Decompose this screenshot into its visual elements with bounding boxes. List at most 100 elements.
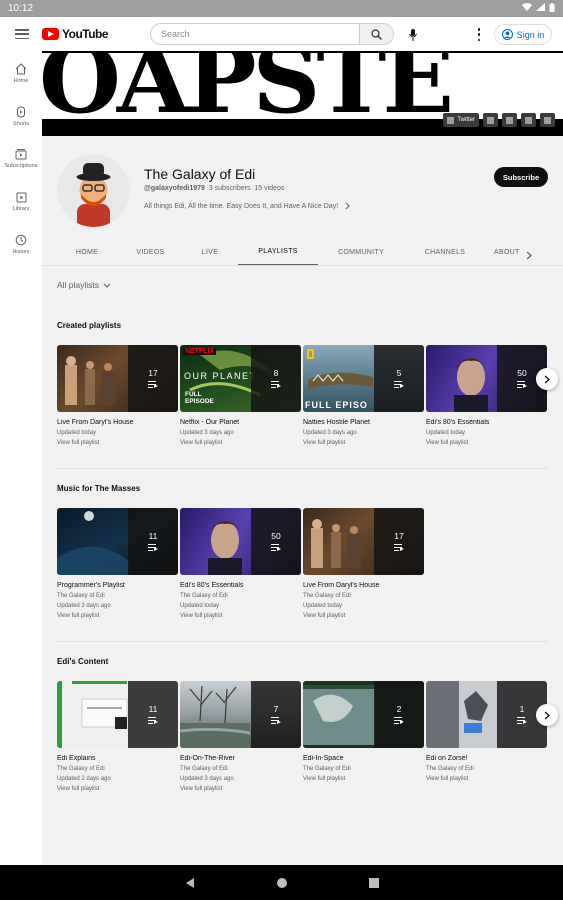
playlist-title[interactable]: Edi on Zorse!: [426, 755, 547, 762]
playlist-title[interactable]: Programmer's Playlist: [57, 582, 178, 589]
playlist-thumbnail[interactable]: 2: [303, 681, 424, 748]
home-button-icon[interactable]: [276, 877, 288, 889]
banner-link[interactable]: [502, 113, 517, 127]
video-count: 5: [396, 368, 402, 378]
sidebar-item-library[interactable]: Library: [0, 191, 42, 212]
mic-icon[interactable]: [407, 28, 419, 42]
channel-avatar[interactable]: [57, 154, 130, 227]
tab-home[interactable]: HOME: [62, 238, 112, 265]
tab-playlists[interactable]: PLAYLISTS: [238, 238, 318, 265]
banner-link[interactable]: [483, 113, 498, 127]
back-icon[interactable]: [184, 877, 196, 889]
playlist-thumbnail[interactable]: 11: [57, 508, 178, 575]
tab-channels[interactable]: CHANNELS: [412, 238, 478, 265]
playlist-icon: [271, 717, 281, 725]
view-full-playlist-link[interactable]: View full playlist: [426, 440, 547, 446]
playlist-thumbnail[interactable]: NETFLIX OUR PLANET FULL EPISODE 8: [180, 345, 301, 412]
playlist-title[interactable]: Edi's 80's Essentials: [426, 419, 547, 426]
playlist-owner[interactable]: The Galaxy of Edi: [180, 766, 301, 772]
playlist-owner[interactable]: The Galaxy of Edi: [303, 766, 424, 772]
playlist-thumbnail[interactable]: 17: [303, 508, 424, 575]
playlist-sort-dropdown[interactable]: All playlists: [57, 280, 111, 290]
playlist-card[interactable]: FULL EPISO 5 Natties Hostile Planet Upda…: [303, 345, 424, 446]
view-full-playlist-link[interactable]: View full playlist: [180, 786, 301, 792]
video-count: 11: [148, 531, 158, 541]
playlist-card[interactable]: 17 Live From Daryl's House The Galaxy of…: [303, 508, 424, 619]
banner-link-twitter[interactable]: Twitter: [443, 113, 479, 127]
playlist-title[interactable]: Natties Hostile Planet: [303, 419, 424, 426]
view-full-playlist-link[interactable]: View full playlist: [303, 613, 424, 619]
playlist-owner[interactable]: The Galaxy of Edi: [57, 593, 178, 599]
search-button[interactable]: [359, 24, 393, 44]
playlist-title[interactable]: Live From Daryl's House: [303, 582, 424, 589]
playlist-title[interactable]: Netflix - Our Planet: [180, 419, 301, 426]
history-icon: [15, 234, 27, 246]
sidebar-item-home[interactable]: Home: [0, 63, 42, 84]
banner-link[interactable]: [521, 113, 536, 127]
playlist-thumbnail[interactable]: 1: [426, 681, 547, 748]
view-full-playlist-link[interactable]: View full playlist: [303, 776, 424, 782]
playlist-title[interactable]: Edi Explains: [57, 755, 178, 762]
playlist-count-overlay: 5: [374, 345, 424, 412]
playlist-card[interactable]: 7 Edi-On-The-River The Galaxy of Edi Upd…: [180, 681, 301, 792]
sidebar-item-shorts[interactable]: Shorts: [0, 106, 42, 127]
sidebar-item-subscriptions[interactable]: Subscriptions: [0, 148, 42, 169]
playlist-updated: Updated today: [57, 430, 97, 436]
playlist-thumbnail[interactable]: FULL EPISO 5: [303, 345, 424, 412]
view-full-playlist-link[interactable]: View full playlist: [57, 786, 178, 792]
playlist-card[interactable]: 2 Edi-In-Space The Galaxy of Edi View fu…: [303, 681, 424, 782]
carousel-next-button[interactable]: [536, 704, 558, 726]
chevron-right-icon: [544, 375, 550, 383]
playlist-thumbnail[interactable]: 11: [57, 681, 178, 748]
playlist-owner[interactable]: The Galaxy of Edi: [426, 766, 547, 772]
playlist-card[interactable]: 50 Edi's 80's Essentials The Galaxy of E…: [180, 508, 301, 619]
subscriber-count: 3 subscribers: [208, 185, 251, 192]
tab-live[interactable]: LIVE: [189, 238, 231, 265]
carousel-next-button[interactable]: [536, 368, 558, 390]
tab-community[interactable]: COMMUNITY: [325, 238, 397, 265]
playlist-thumbnail[interactable]: 7: [180, 681, 301, 748]
playlist-card[interactable]: 11 Edi Explains The Galaxy of Edi Update…: [57, 681, 178, 792]
view-full-playlist-link[interactable]: View full playlist: [180, 440, 301, 446]
sidebar-item-label: Library: [12, 206, 30, 212]
view-full-playlist-link[interactable]: View full playlist: [180, 613, 301, 619]
playlist-owner[interactable]: The Galaxy of Edi: [303, 593, 424, 599]
playlist-thumbnail[interactable]: 50: [426, 345, 547, 412]
playlist-title[interactable]: Live From Daryl's House: [57, 419, 178, 426]
playlist-thumbnail[interactable]: 50: [180, 508, 301, 575]
signal-icon: [536, 3, 545, 14]
playlist-count-overlay: 8: [251, 345, 301, 412]
playlist-updated: Updated 2 days ago: [57, 776, 111, 782]
sidebar-item-history[interactable]: History: [0, 234, 42, 255]
sign-in-button[interactable]: Sign in: [494, 24, 552, 45]
view-full-playlist-link[interactable]: View full playlist: [57, 613, 178, 619]
banner-link[interactable]: [540, 113, 555, 127]
playlist-card[interactable]: 50 Edi's 80's Essentials Updated today V…: [426, 345, 547, 446]
playlist-card[interactable]: 17 Live From Daryl's House Updated today…: [57, 345, 178, 446]
video-count: 2: [396, 704, 402, 714]
playlist-owner[interactable]: The Galaxy of Edi: [180, 593, 301, 599]
more-options-icon[interactable]: [475, 28, 483, 41]
playlist-title[interactable]: Edi's 80's Essentials: [180, 582, 301, 589]
view-full-playlist-link[interactable]: View full playlist: [426, 776, 547, 782]
tab-videos[interactable]: VIDEOS: [122, 238, 179, 265]
view-full-playlist-link[interactable]: View full playlist: [303, 440, 424, 446]
recents-icon[interactable]: [368, 877, 380, 889]
channel-name: The Galaxy of Edi: [144, 166, 256, 182]
tab-about[interactable]: ABOUT: [494, 238, 550, 265]
playlist-card[interactable]: NETFLIX OUR PLANET FULL EPISODE 8 Netfli…: [180, 345, 301, 446]
menu-icon[interactable]: [15, 29, 29, 39]
view-full-playlist-link[interactable]: View full playlist: [57, 440, 178, 446]
playlist-title[interactable]: Edi-In-Space: [303, 755, 424, 762]
playlist-card[interactable]: 1 Edi on Zorse! The Galaxy of Edi View f…: [426, 681, 547, 782]
playlist-thumbnail[interactable]: 17: [57, 345, 178, 412]
playlist-title[interactable]: Edi-On-The-River: [180, 755, 301, 762]
playlist-card[interactable]: 11 Programmer's Playlist The Galaxy of E…: [57, 508, 178, 619]
youtube-logo[interactable]: YouTube: [42, 27, 109, 41]
search-input[interactable]: [151, 24, 359, 44]
playlist-owner[interactable]: The Galaxy of Edi: [57, 766, 178, 772]
subscribe-button[interactable]: Subscribe: [494, 167, 548, 187]
tabs-scroll-right-icon[interactable]: [526, 247, 532, 265]
channel-description[interactable]: All things Edi, All the time. Easy Does …: [144, 202, 350, 210]
section-divider: [57, 641, 548, 642]
